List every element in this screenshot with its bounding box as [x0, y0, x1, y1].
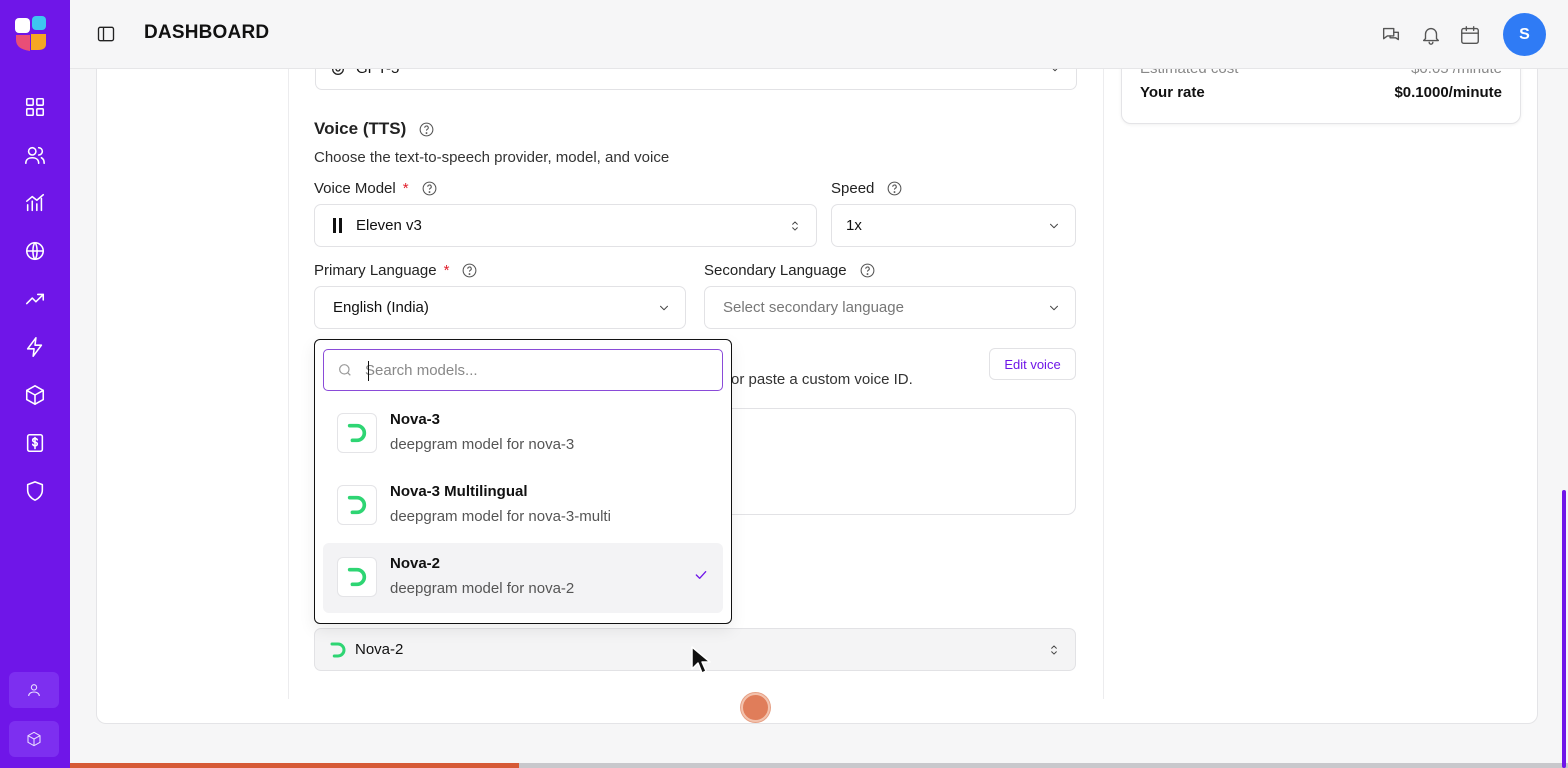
estimated-cost-label: Estimated cost	[1140, 69, 1238, 77]
option-title: Nova-3	[390, 411, 441, 428]
model-option-nova-3-multilingual[interactable]: Nova-3 Multilingual deepgram model for n…	[323, 471, 723, 541]
openai-icon	[330, 69, 346, 77]
voice-model-select[interactable]: Eleven v3	[314, 204, 817, 247]
voice-model-label: Voice Model *	[314, 180, 438, 197]
profile-button[interactable]	[9, 672, 59, 708]
your-rate-label: Your rate	[1140, 84, 1205, 101]
elevenlabs-icon	[333, 218, 342, 233]
deepgram-icon	[337, 485, 377, 525]
deepgram-icon	[337, 413, 377, 453]
model-option-nova-3[interactable]: Nova-3 deepgram model for nova-3	[323, 399, 723, 469]
help-icon[interactable]	[421, 180, 438, 197]
shield-icon[interactable]	[22, 478, 48, 504]
cube-icon	[27, 731, 41, 747]
analytics-icon[interactable]	[22, 190, 48, 216]
transcriber-model-value: Nova-2	[355, 641, 404, 658]
voice-description: or paste a custom voice ID.	[731, 371, 913, 388]
speed-label: Speed	[831, 180, 903, 197]
column-divider	[1103, 69, 1104, 699]
lightning-icon[interactable]	[22, 334, 48, 360]
column-divider	[288, 69, 289, 699]
model-search-input[interactable]	[365, 361, 695, 379]
deepgram-icon	[337, 557, 377, 597]
page-title: DASHBOARD	[144, 22, 270, 43]
edit-voice-button[interactable]: Edit voice	[989, 348, 1076, 380]
calendar-icon[interactable]	[1459, 24, 1481, 46]
package-icon[interactable]	[22, 382, 48, 408]
primary-language-value: English (India)	[333, 299, 429, 316]
chevron-down-icon	[1047, 219, 1061, 233]
workspace-button[interactable]	[9, 721, 59, 757]
chevron-down-icon	[1047, 301, 1061, 315]
text-caret	[368, 361, 369, 381]
option-subtitle: deepgram model for nova-2	[390, 580, 575, 597]
app-logo[interactable]	[14, 16, 48, 52]
option-title: Nova-2	[390, 555, 441, 572]
option-subtitle: deepgram model for nova-3	[390, 436, 575, 453]
mouse-cursor-icon	[690, 645, 712, 675]
help-icon[interactable]	[859, 262, 876, 279]
primary-language-select[interactable]: English (India)	[314, 286, 686, 329]
chevron-down-icon	[657, 301, 671, 315]
voice-model-value: Eleven v3	[356, 217, 422, 234]
dashboard-icon[interactable]	[22, 94, 48, 120]
option-subtitle: deepgram model for nova-3-multi	[390, 508, 611, 525]
chat-icon[interactable]	[1380, 24, 1402, 46]
llm-model-value: GPT-5	[356, 69, 399, 77]
page-progress-fill	[70, 763, 520, 768]
bell-icon[interactable]	[1420, 24, 1442, 46]
user-icon	[28, 684, 40, 697]
scrollbar-thumb[interactable]	[1562, 490, 1566, 768]
model-dropdown: Nova-3 deepgram model for nova-3 Nova-3 …	[314, 339, 732, 624]
check-icon	[693, 567, 709, 583]
model-search-box[interactable]	[323, 349, 723, 391]
top-header: DASHBOARD S	[70, 0, 1568, 69]
speed-value: 1x	[846, 217, 862, 234]
model-option-nova-2[interactable]: Nova-2 deepgram model for nova-2	[323, 543, 723, 613]
help-icon[interactable]	[418, 121, 435, 138]
estimated-cost-value: $0.05 /minute	[1411, 69, 1502, 77]
sidebar-toggle-icon[interactable]	[96, 24, 116, 44]
deepgram-icon	[329, 641, 347, 664]
help-icon[interactable]	[461, 262, 478, 279]
avatar[interactable]: S	[1503, 13, 1546, 56]
primary-language-label: Primary Language *	[314, 262, 478, 279]
option-title: Nova-3 Multilingual	[390, 483, 528, 500]
sidebar	[0, 0, 70, 768]
secondary-language-label: Secondary Language	[704, 262, 876, 279]
globe-icon[interactable]	[22, 238, 48, 264]
billing-icon[interactable]	[22, 430, 48, 456]
recording-indicator[interactable]	[741, 693, 770, 722]
speed-select[interactable]: 1x	[831, 204, 1076, 247]
voice-section-description: Choose the text-to-speech provider, mode…	[314, 149, 670, 166]
voice-section-heading: Voice (TTS)	[314, 119, 435, 139]
chevron-down-icon	[1048, 69, 1062, 76]
chevron-updown-icon	[1047, 643, 1061, 657]
search-icon	[339, 364, 351, 376]
voice-picker-box[interactable]	[710, 408, 1076, 515]
main-card: GPT-5 Estimated cost $0.05 /minute Your …	[96, 69, 1538, 724]
page-progress-bar	[70, 763, 1568, 768]
your-rate-value: $0.1000/minute	[1394, 84, 1502, 101]
trending-icon[interactable]	[22, 286, 48, 312]
secondary-language-placeholder: Select secondary language	[723, 299, 904, 316]
chevron-updown-icon	[788, 219, 802, 233]
users-icon[interactable]	[22, 142, 48, 168]
llm-model-select[interactable]: GPT-5	[315, 69, 1077, 90]
rate-card: Estimated cost $0.05 /minute Your rate $…	[1121, 69, 1521, 124]
secondary-language-select[interactable]: Select secondary language	[704, 286, 1076, 329]
help-icon[interactable]	[886, 180, 903, 197]
